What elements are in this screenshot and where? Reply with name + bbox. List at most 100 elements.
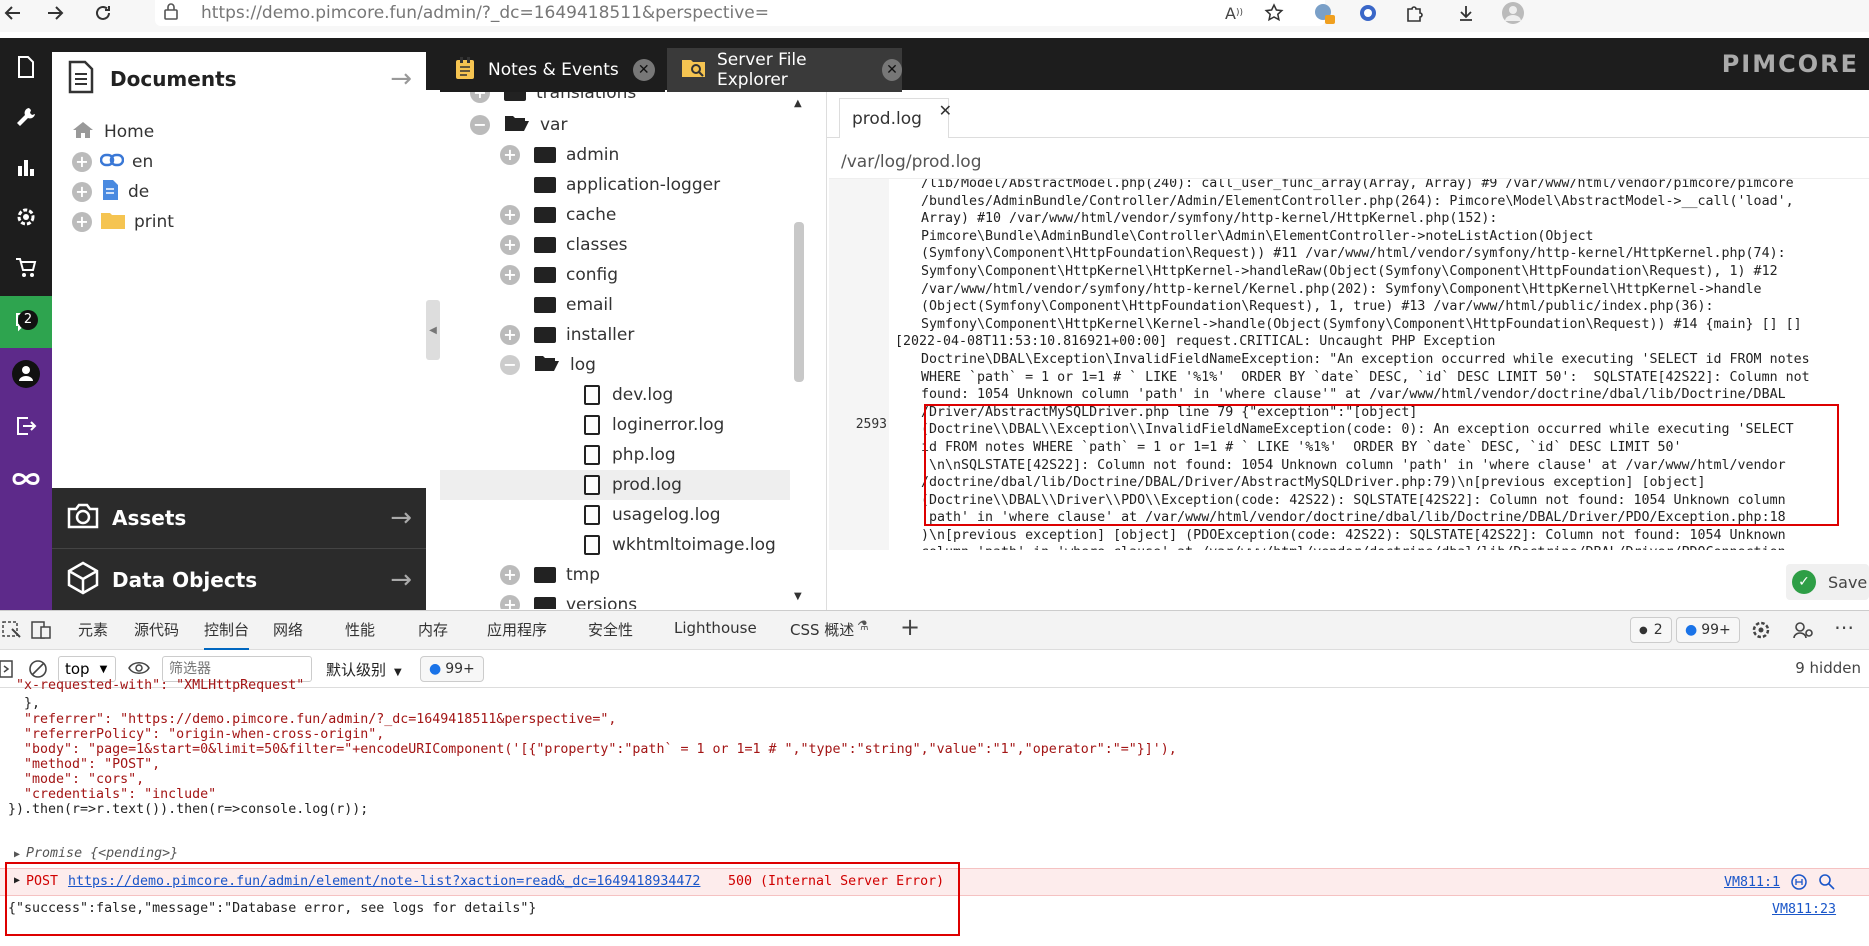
tab-notes-events[interactable]: Notes & Events ✕ bbox=[440, 48, 665, 92]
pimcore-logo: PIMCORE bbox=[1721, 50, 1859, 78]
messages-badge[interactable]: ● 99+ bbox=[1676, 617, 1740, 643]
response-source-link[interactable]: VM811:23 bbox=[1772, 902, 1836, 917]
refresh-icon[interactable] bbox=[90, 0, 116, 26]
file-tree-row[interactable]: php.log bbox=[440, 440, 790, 470]
file-icon[interactable] bbox=[0, 42, 52, 92]
tree-item-label: print bbox=[134, 212, 174, 232]
log-line: /lib/Model/AbstractModel.php(240): call_… bbox=[921, 178, 1794, 191]
file-tree-row[interactable]: email bbox=[440, 290, 790, 320]
rail-footer bbox=[0, 506, 52, 610]
inspect-icon[interactable] bbox=[2, 619, 24, 645]
file-tree-row[interactable]: + versions bbox=[440, 590, 790, 609]
folder-search-icon bbox=[681, 56, 707, 85]
collapse-panel-handle[interactable]: ◀ bbox=[426, 300, 440, 360]
promise-line[interactable]: ▶ Promise {<pending>} bbox=[14, 846, 178, 861]
forward-icon[interactable] bbox=[42, 0, 68, 26]
assets-section[interactable]: Assets → bbox=[52, 488, 426, 548]
scrollbar-thumb[interactable] bbox=[794, 222, 804, 382]
download-icon[interactable] bbox=[1454, 0, 1478, 26]
arrow-right-icon[interactable]: → bbox=[390, 503, 412, 533]
tree-item-de[interactable]: + de bbox=[72, 178, 149, 206]
documents-header[interactable]: Documents → bbox=[52, 52, 426, 106]
read-aloud-icon[interactable]: A)) bbox=[1222, 0, 1246, 26]
log-level-select[interactable]: 默认级别 ▼ bbox=[326, 659, 402, 680]
devtools-tab[interactable]: 内存 bbox=[418, 619, 448, 640]
file-tree: + translations − var + admin application-lo… bbox=[440, 92, 810, 609]
file-tree-row[interactable]: + tmp bbox=[440, 560, 790, 590]
devtools-tab-console[interactable]: 控制台 bbox=[204, 619, 250, 650]
file-tree-row[interactable]: usagelog.log bbox=[440, 500, 790, 530]
file-tree-row[interactable]: wkhtmltoimage.log bbox=[440, 530, 790, 560]
address-bar[interactable]: https://demo.pimcore.fun/admin/?_dc=1649… bbox=[155, 0, 1325, 26]
file-tree-row[interactable]: + config bbox=[440, 260, 790, 290]
tab-prod-log[interactable]: prod.log ✕ bbox=[839, 98, 952, 138]
close-icon[interactable]: ✕ bbox=[632, 59, 655, 81]
favorite-icon[interactable] bbox=[1262, 0, 1286, 26]
profile-avatar[interactable] bbox=[1500, 0, 1526, 26]
file-tree-row[interactable]: dev.log bbox=[440, 380, 790, 410]
expand-icon[interactable]: + bbox=[72, 182, 92, 202]
file-tree-row[interactable]: + installer bbox=[440, 320, 790, 350]
error-source-link[interactable]: VM811:1 bbox=[1724, 875, 1780, 890]
more-options-icon[interactable]: ⋯ bbox=[1834, 615, 1854, 639]
link-icon bbox=[99, 152, 125, 172]
save-button[interactable]: ✓ Save bbox=[1786, 564, 1869, 600]
devtools-tab[interactable]: CSS 概述 bbox=[790, 619, 854, 640]
file-tree-row[interactable]: loginerror.log bbox=[440, 410, 790, 440]
customize-icon[interactable] bbox=[1792, 619, 1814, 645]
user-icon[interactable] bbox=[0, 348, 52, 400]
settings-icon[interactable] bbox=[1750, 619, 1772, 645]
device-toolbar-icon[interactable] bbox=[30, 619, 52, 645]
arrow-right-icon[interactable]: → bbox=[390, 565, 412, 595]
puzzle-icon[interactable] bbox=[1402, 0, 1426, 26]
devtools-tab[interactable]: 源代码 bbox=[134, 619, 179, 640]
expand-icon[interactable]: + bbox=[72, 212, 92, 232]
experiment-icon: ⚗ bbox=[857, 619, 869, 634]
devtools-tab[interactable]: 性能 bbox=[345, 619, 375, 640]
file-tree-row[interactable]: application-logger bbox=[440, 170, 790, 200]
tab-server-file-explorer[interactable]: Server File Explorer ✕ bbox=[667, 48, 902, 92]
logout-icon[interactable] bbox=[0, 400, 52, 452]
search-icon[interactable] bbox=[1818, 873, 1836, 895]
devtools-tab-bar: 元素 源代码 控制台 网络 性能 内存 应用程序 安全性 Lighthouse … bbox=[0, 610, 1869, 650]
wrench-icon[interactable] bbox=[0, 92, 52, 142]
arrow-right-icon[interactable]: → bbox=[390, 64, 412, 94]
back-icon[interactable] bbox=[0, 0, 26, 26]
devtools-tab[interactable]: 网络 bbox=[273, 619, 303, 640]
devtools-tab[interactable]: 元素 bbox=[78, 619, 108, 640]
file-tree-row-selected[interactable]: prod.log bbox=[440, 470, 790, 500]
devtools-tab[interactable]: 安全性 bbox=[588, 619, 633, 640]
settings-icon[interactable] bbox=[0, 192, 52, 242]
file-tree-row[interactable]: + classes bbox=[440, 230, 790, 260]
log-path: /var/log/prod.log bbox=[841, 152, 982, 172]
file-tree-row[interactable]: + translations bbox=[440, 92, 790, 108]
file-tree-row[interactable]: + cache bbox=[440, 200, 790, 230]
file-tree-row[interactable]: − var bbox=[440, 110, 790, 140]
close-icon[interactable]: ✕ bbox=[939, 101, 952, 120]
infinity-icon bbox=[0, 452, 52, 506]
eye-icon[interactable] bbox=[128, 660, 150, 680]
tree-item-print[interactable]: + print bbox=[72, 208, 174, 236]
network-request-icon[interactable] bbox=[1790, 873, 1808, 895]
close-icon[interactable]: ✕ bbox=[881, 59, 902, 81]
devtools-tab[interactable]: Lighthouse bbox=[674, 619, 757, 637]
chart-icon[interactable] bbox=[0, 142, 52, 192]
file-tree-row[interactable]: + admin bbox=[440, 140, 790, 170]
tab-label: prod.log bbox=[852, 108, 922, 129]
tree-item-home[interactable]: Home bbox=[72, 118, 154, 146]
tree-item-en[interactable]: + en bbox=[72, 148, 153, 176]
extension-icon[interactable] bbox=[1312, 0, 1336, 26]
chat-icon[interactable]: 2 bbox=[0, 296, 52, 348]
log-line: Doctrine\DBAL\Exception\InvalidFieldName… bbox=[921, 351, 1810, 367]
add-tab-icon[interactable]: + bbox=[900, 613, 920, 641]
messages-filter-badge[interactable]: ● 99+ bbox=[420, 656, 484, 682]
devtools-tab[interactable]: 应用程序 bbox=[487, 619, 547, 640]
file-tree-row[interactable]: − log bbox=[440, 350, 790, 380]
issues-badge[interactable]: ● 2 bbox=[1630, 617, 1672, 643]
cart-icon[interactable] bbox=[0, 242, 52, 292]
expand-icon[interactable]: + bbox=[72, 152, 92, 172]
log-line: Symfony\Component\HttpKernel\Kernel->han… bbox=[921, 316, 1802, 332]
data-objects-section[interactable]: Data Objects → bbox=[52, 548, 426, 610]
log-line: Symfony\Component\HttpKernel\HttpKernel-… bbox=[921, 263, 1778, 279]
collections-icon[interactable] bbox=[1356, 0, 1380, 26]
